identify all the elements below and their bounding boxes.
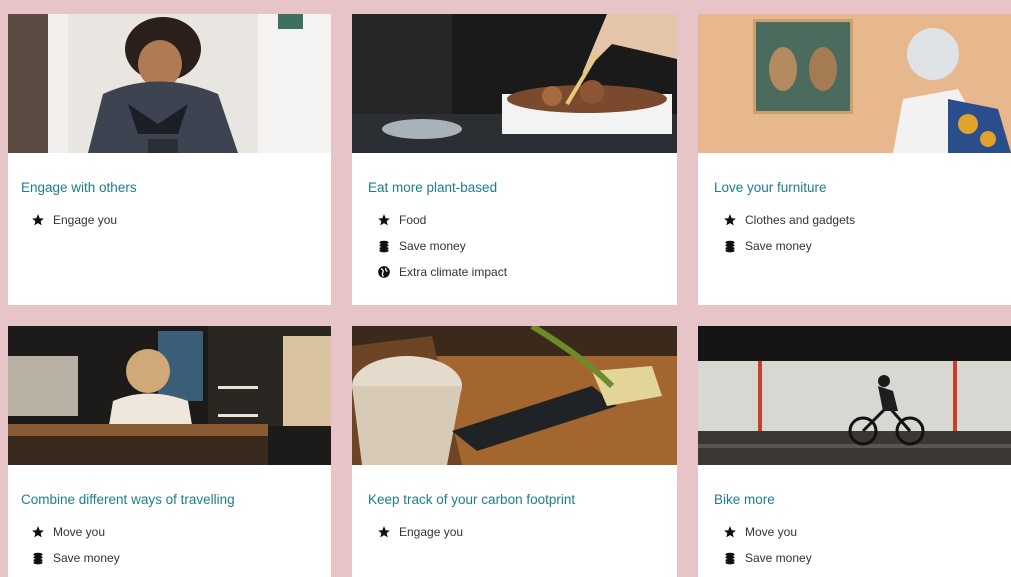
star-icon	[723, 525, 737, 539]
card-title[interactable]: Bike more	[714, 492, 775, 507]
tag-label: Engage you	[399, 525, 464, 539]
action-card[interactable]: Combine different ways of travelling Mov…	[8, 326, 331, 577]
card-photo	[352, 14, 677, 153]
tag-label: Save money	[745, 239, 812, 253]
card-title[interactable]: Love your furniture	[714, 180, 827, 195]
star-icon	[31, 525, 45, 539]
card-title[interactable]: Combine different ways of travelling	[21, 492, 235, 507]
tag-label: Extra climate impact	[399, 265, 508, 279]
card-title[interactable]: Keep track of your carbon footprint	[368, 492, 575, 507]
card-tags: Move you Save money	[31, 519, 120, 571]
card-photo	[8, 14, 331, 153]
tag-label: Save money	[53, 551, 120, 565]
card-tags: Move you Save money	[723, 519, 812, 571]
coins-icon	[723, 239, 737, 253]
card-tag: Save money	[377, 233, 507, 259]
card-tag: Engage you	[377, 519, 463, 545]
coins-icon	[723, 551, 737, 565]
star-icon	[723, 213, 737, 227]
card-tags: Food Save money Extra climate impact	[377, 207, 507, 285]
coins-icon	[31, 551, 45, 565]
card-tags: Engage you	[31, 207, 117, 233]
tag-label: Engage you	[53, 213, 118, 227]
action-card[interactable]: Keep track of your carbon footprint Enga…	[352, 326, 677, 577]
card-tags: Engage you	[377, 519, 463, 545]
card-tag: Extra climate impact	[377, 259, 507, 285]
card-title[interactable]: Engage with others	[21, 180, 137, 195]
action-card[interactable]: Bike more Move you Save money	[698, 326, 1011, 577]
star-icon	[377, 525, 391, 539]
globe-icon	[377, 265, 391, 279]
tag-label: Save money	[745, 551, 812, 565]
card-photo	[352, 326, 677, 465]
tag-label: Clothes and gadgets	[745, 213, 856, 227]
card-tag: Move you	[723, 519, 812, 545]
tag-label: Move you	[53, 525, 106, 539]
card-tag: Save money	[31, 545, 120, 571]
card-photo	[8, 326, 331, 465]
action-card[interactable]: Love your furniture Clothes and gadgets …	[698, 14, 1011, 305]
star-icon	[377, 213, 391, 227]
tag-label: Save money	[399, 239, 466, 253]
card-tag: Move you	[31, 519, 120, 545]
card-tag: Food	[377, 207, 507, 233]
action-card[interactable]: Engage with others Engage you	[8, 14, 331, 305]
star-icon	[31, 213, 45, 227]
card-tag: Save money	[723, 233, 855, 259]
action-card[interactable]: Eat more plant-based Food Save money Ext…	[352, 14, 677, 305]
card-tag: Engage you	[31, 207, 117, 233]
card-tag: Clothes and gadgets	[723, 207, 855, 233]
card-photo	[698, 14, 1011, 153]
card-tag: Save money	[723, 545, 812, 571]
tag-label: Food	[399, 213, 427, 227]
card-photo	[698, 326, 1011, 465]
card-title[interactable]: Eat more plant-based	[368, 180, 497, 195]
tag-label: Move you	[745, 525, 798, 539]
coins-icon	[377, 239, 391, 253]
card-tags: Clothes and gadgets Save money	[723, 207, 855, 259]
